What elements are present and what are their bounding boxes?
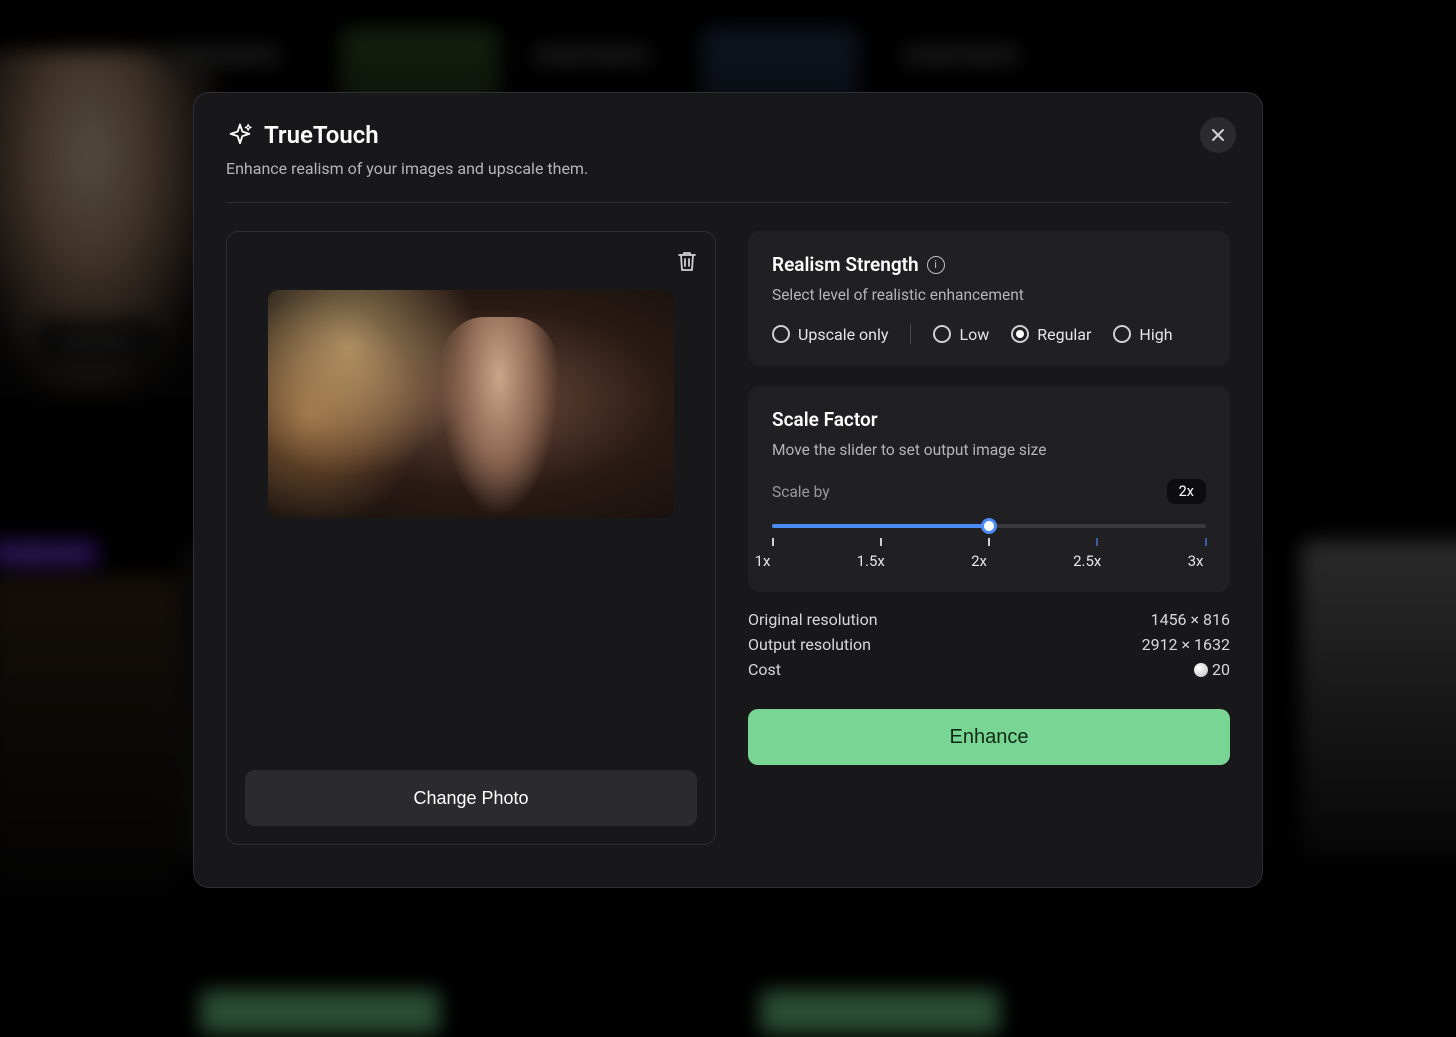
scale-title: Scale Factor bbox=[772, 408, 1206, 431]
original-res-label: Original resolution bbox=[748, 610, 878, 629]
tick-label: 3x bbox=[1176, 552, 1216, 570]
close-icon bbox=[1210, 127, 1226, 143]
scale-by-label: Scale by bbox=[772, 483, 830, 501]
divider-vertical bbox=[910, 324, 911, 344]
slider-thumb[interactable] bbox=[981, 518, 997, 534]
scale-value-badge: 2x bbox=[1167, 479, 1206, 504]
trash-icon bbox=[677, 250, 697, 272]
photo-preview-box: Change Photo bbox=[226, 231, 716, 845]
delete-photo-button[interactable] bbox=[677, 250, 697, 276]
modal-subtitle: Enhance realism of your images and upsca… bbox=[226, 159, 1230, 178]
radio-icon bbox=[1113, 325, 1131, 343]
close-button[interactable] bbox=[1200, 117, 1236, 153]
tick-label: 1x bbox=[743, 552, 783, 570]
radio-upscale-only[interactable]: Upscale only bbox=[772, 325, 888, 344]
radio-low[interactable]: Low bbox=[933, 325, 989, 344]
radio-regular[interactable]: Regular bbox=[1011, 325, 1091, 344]
tick-label: 1.5x bbox=[851, 552, 891, 570]
tick-label: 2x bbox=[959, 552, 999, 570]
photo-thumbnail bbox=[268, 290, 674, 518]
coin-icon bbox=[1194, 663, 1208, 677]
enhance-button[interactable]: Enhance bbox=[748, 709, 1230, 765]
info-icon[interactable]: i bbox=[927, 256, 945, 274]
tick-label: 2.5x bbox=[1067, 552, 1107, 570]
original-res-value: 1456 × 816 bbox=[1151, 610, 1230, 629]
truetouch-modal: TrueTouch Enhance realism of your images… bbox=[193, 92, 1263, 888]
scale-factor-panel: Scale Factor Move the slider to set outp… bbox=[748, 386, 1230, 592]
realism-subtitle: Select level of realistic enhancement bbox=[772, 286, 1206, 304]
realism-strength-panel: Realism Strength i Select level of reali… bbox=[748, 231, 1230, 366]
scale-slider[interactable]: 1x 1.5x 2x 2.5x 3x bbox=[772, 524, 1206, 570]
change-photo-button[interactable]: Change Photo bbox=[245, 770, 697, 826]
output-res-value: 2912 × 1632 bbox=[1142, 635, 1230, 654]
realism-title: Realism Strength bbox=[772, 253, 919, 276]
radio-icon bbox=[772, 325, 790, 343]
divider bbox=[226, 202, 1230, 203]
radio-high[interactable]: High bbox=[1113, 325, 1172, 344]
output-res-label: Output resolution bbox=[748, 635, 871, 654]
radio-label: Upscale only bbox=[798, 325, 888, 344]
radio-icon bbox=[933, 325, 951, 343]
modal-backdrop: TrueTouch Enhance realism of your images… bbox=[0, 0, 1456, 1037]
cost-value: 20 bbox=[1194, 660, 1230, 679]
cost-label: Cost bbox=[748, 660, 781, 679]
scale-subtitle: Move the slider to set output image size bbox=[772, 441, 1206, 459]
radio-label: High bbox=[1139, 325, 1172, 344]
radio-icon-selected bbox=[1011, 325, 1029, 343]
sparkle-icon bbox=[226, 121, 254, 149]
radio-label: Low bbox=[959, 325, 989, 344]
resolution-stats: Original resolution 1456 × 816 Output re… bbox=[748, 610, 1230, 679]
modal-title: TrueTouch bbox=[264, 121, 379, 149]
radio-label: Regular bbox=[1037, 325, 1091, 344]
